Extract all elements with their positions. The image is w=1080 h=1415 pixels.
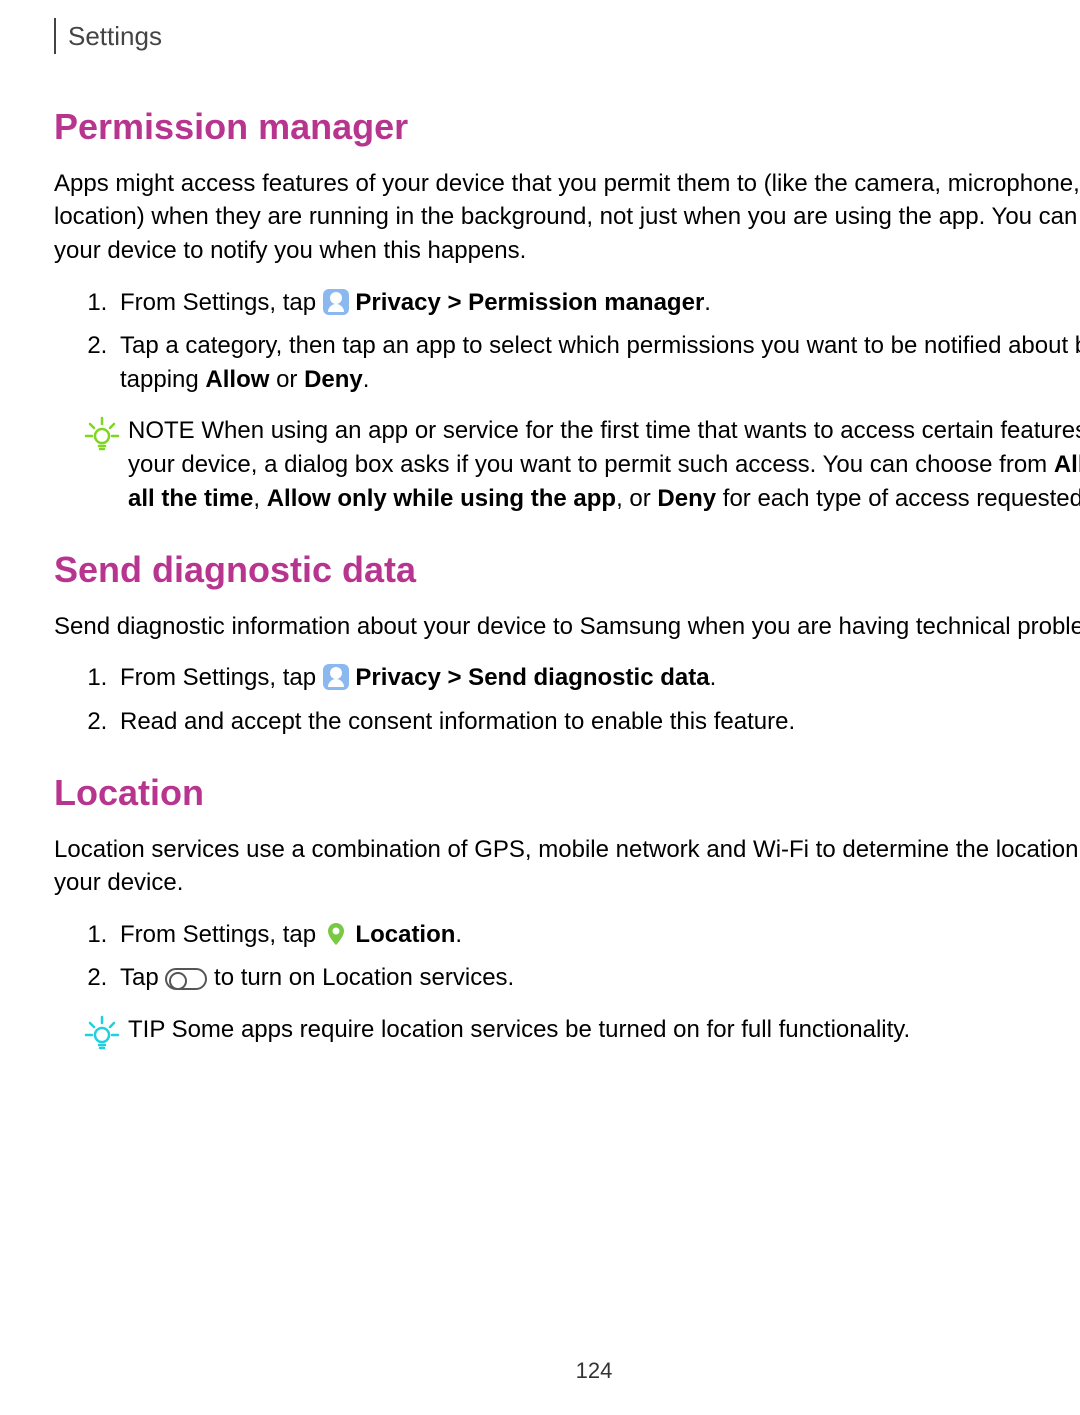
heading-send-diagnostic: Send diagnostic data — [54, 545, 1080, 595]
location-pin-icon — [323, 921, 349, 947]
tip-text: TIP Some apps require location services … — [128, 1013, 1080, 1047]
page-number: 124 — [54, 1356, 1080, 1387]
note-callout: NOTE When using an app or service for th… — [54, 414, 1080, 515]
tip-callout: TIP Some apps require location services … — [54, 1013, 1080, 1061]
step-1: From Settings, tap Privacy > Permission … — [114, 286, 1080, 320]
heading-permission-manager: Permission manager — [54, 102, 1080, 152]
lightbulb-icon — [84, 416, 120, 462]
steps-send-diagnostic: From Settings, tap Privacy > Send diagno… — [54, 661, 1080, 738]
steps-location: From Settings, tap Location. Tap to turn… — [54, 918, 1080, 995]
steps-permission-manager: From Settings, tap Privacy > Permission … — [54, 286, 1080, 397]
step-2: Tap to turn on Location services. — [114, 961, 1080, 995]
privacy-icon — [323, 664, 349, 690]
step-1: From Settings, tap Location. — [114, 918, 1080, 952]
page-header: Settings — [54, 18, 1080, 54]
privacy-icon — [323, 289, 349, 315]
step-1: From Settings, tap Privacy > Send diagno… — [114, 661, 1080, 695]
note-text: NOTE When using an app or service for th… — [128, 414, 1080, 515]
step-2: Read and accept the consent information … — [114, 705, 1080, 739]
heading-location: Location — [54, 768, 1080, 818]
intro-permission-manager: Apps might access features of your devic… — [54, 167, 1080, 268]
toggle-icon — [165, 968, 207, 990]
lightbulb-icon — [84, 1015, 120, 1061]
step-2: Tap a category, then tap an app to selec… — [114, 329, 1080, 396]
intro-location: Location services use a combination of G… — [54, 833, 1080, 900]
intro-send-diagnostic: Send diagnostic information about your d… — [54, 610, 1080, 644]
